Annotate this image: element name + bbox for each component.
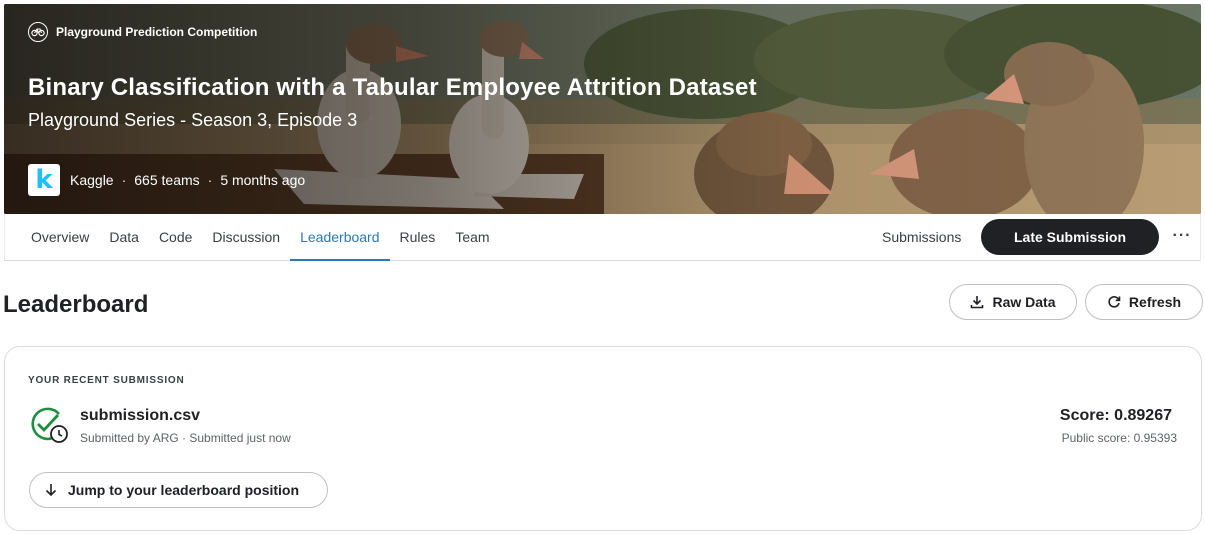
refresh-button[interactable]: Refresh <box>1085 284 1203 320</box>
competition-header-banner: Playground Prediction Competition Binary… <box>4 4 1201 214</box>
section-label: YOUR RECENT SUBMISSION <box>28 375 185 386</box>
private-score: Score: 0.89267 <box>1059 407 1172 424</box>
meta-separator: · <box>121 172 127 188</box>
recent-submission-card: YOUR RECENT SUBMISSION submission.csv Su… <box>4 346 1202 531</box>
competition-subtitle: Playground Series - Season 3, Episode 3 <box>28 110 358 130</box>
tab-leaderboard[interactable]: Leaderboard <box>290 214 390 261</box>
page-title: Leaderboard <box>3 291 149 318</box>
submissions-link[interactable]: Submissions <box>882 214 961 260</box>
download-icon <box>971 296 984 309</box>
tab-data[interactable]: Data <box>99 214 149 261</box>
more-options-icon[interactable]: ··· <box>1167 222 1197 252</box>
time-ago: 5 months ago <box>220 172 306 188</box>
tab-list: Overview Data Code Discussion Leaderboar… <box>21 214 500 261</box>
submission-meta: Submitted by ARG · Submitted just now <box>80 431 291 445</box>
team-count: 665 teams <box>134 172 200 188</box>
late-submission-button[interactable]: Late Submission <box>981 219 1159 255</box>
host-name[interactable]: Kaggle <box>70 172 114 188</box>
competition-type-label: Playground Prediction Competition <box>56 25 258 39</box>
competition-type: Playground Prediction Competition <box>28 22 257 42</box>
competition-nav: Overview Data Code Discussion Leaderboar… <box>4 214 1201 261</box>
competition-meta: k Kaggle · 665 teams · 5 months ago <box>28 164 305 196</box>
raw-data-button[interactable]: Raw Data <box>949 284 1077 320</box>
raw-data-label: Raw Data <box>992 294 1056 310</box>
meta-separator: · <box>207 172 213 188</box>
tab-rules[interactable]: Rules <box>390 214 446 261</box>
refresh-label: Refresh <box>1128 294 1182 310</box>
tab-overview[interactable]: Overview <box>21 214 99 261</box>
tab-code[interactable]: Code <box>149 214 202 261</box>
refresh-icon <box>1108 296 1121 308</box>
kaggle-logo[interactable]: k <box>28 164 60 196</box>
bicycle-icon <box>28 22 48 42</box>
arrow-down-icon <box>45 484 57 497</box>
check-clock-icon <box>31 407 68 443</box>
tab-discussion[interactable]: Discussion <box>202 214 290 261</box>
jump-label: Jump to your leaderboard position <box>68 482 300 498</box>
competition-title: Binary Classification with a Tabular Emp… <box>28 74 757 101</box>
submission-file-name[interactable]: submission.csv <box>80 407 200 425</box>
tab-team[interactable]: Team <box>445 214 499 261</box>
jump-to-position-button[interactable]: Jump to your leaderboard position <box>29 472 328 508</box>
public-score: Public score: 0.95393 <box>1061 431 1177 445</box>
